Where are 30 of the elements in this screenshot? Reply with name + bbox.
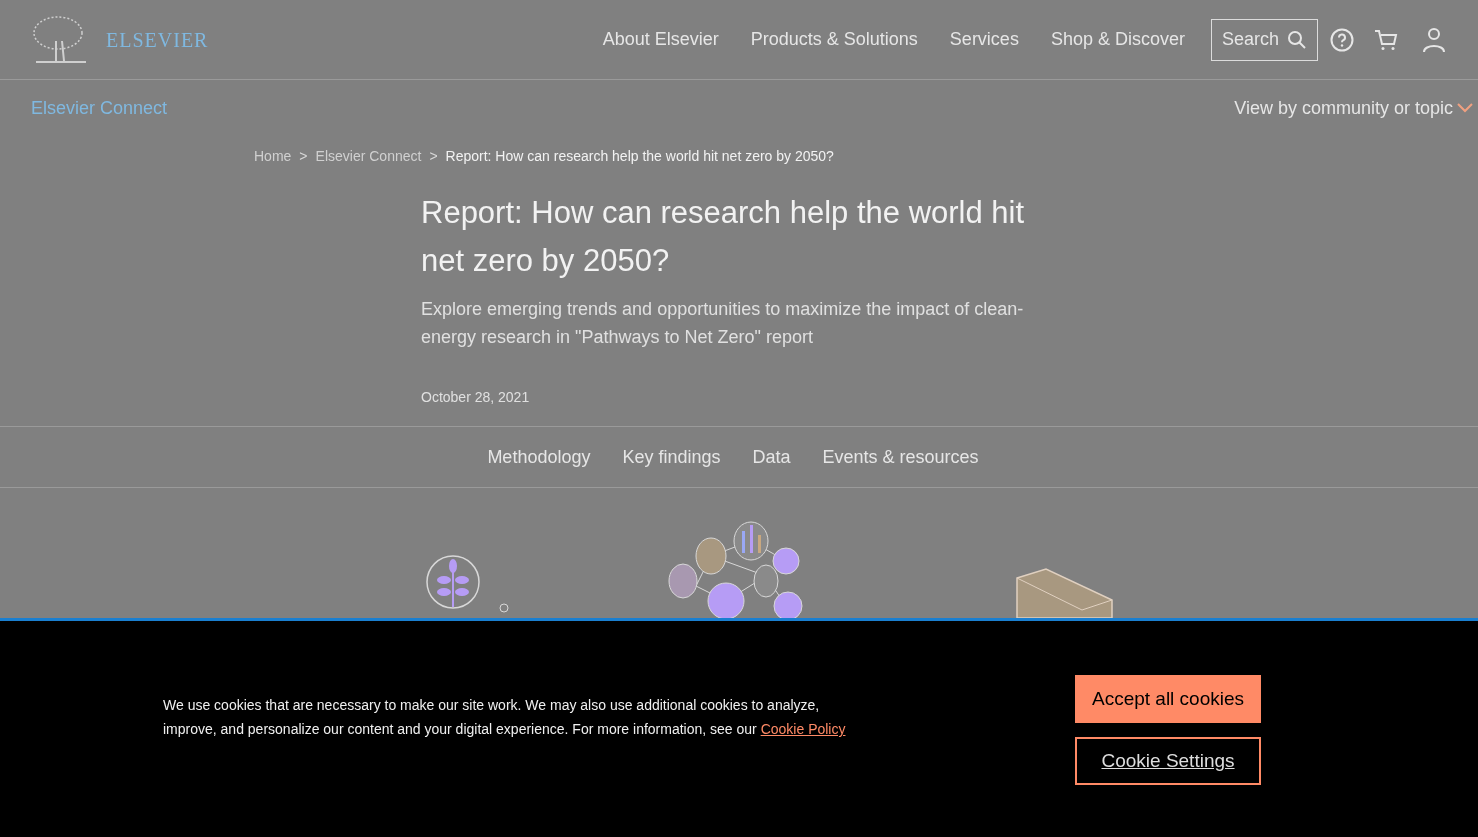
breadcrumb-link[interactable]: Elsevier Connect	[315, 146, 422, 167]
chevron-down-icon	[1457, 103, 1473, 113]
section-tab[interactable]: Methodology	[487, 443, 591, 471]
accept-cookies-button[interactable]: Accept all cookies	[1075, 675, 1261, 723]
cart-icon[interactable]	[1374, 27, 1398, 52]
breadcrumb-current[interactable]: Report: How can research help the world hit net zero by 2050?	[445, 146, 834, 167]
breadcrumb-link[interactable]: Home	[254, 146, 292, 167]
section-title-link[interactable]: Elsevier Connect	[31, 94, 168, 122]
help-icon[interactable]	[1330, 27, 1354, 52]
article-title: Report: How can research help the world hit net zero by 2050?	[421, 194, 1026, 280]
cookie-policy-link[interactable]: Cookie Policy	[760, 721, 846, 737]
article-subtitle: Explore emerging trends and opportunities to maximize the impact of clean-energy research in "Pathways to Net Zero" report	[421, 298, 1025, 349]
search-icon	[1287, 29, 1307, 50]
nav-link[interactable]: Products & Solutions	[734, 26, 934, 53]
section-tab[interactable]: Data	[752, 443, 791, 471]
nav-link[interactable]: About Elsevier	[586, 26, 735, 53]
cookie-settings-button[interactable]: Cookie Settings	[1075, 737, 1261, 785]
section-tab[interactable]: Key findings	[622, 443, 721, 471]
section-tab[interactable]: Events & resources	[822, 443, 979, 471]
tree-logo-icon	[32, 14, 88, 65]
article-date: October 28, 2021	[421, 388, 531, 407]
nav-link[interactable]: Shop & Discover	[1034, 26, 1201, 53]
cookie-notice-text: We use cookies that are necessary to make our site work. We may also use additional cookies to analyze, improve, and personalize our content and your digital experience. For more information, see our Cookie Policy	[163, 696, 847, 739]
nav-link[interactable]: Services	[933, 26, 1035, 53]
search-button[interactable]: Search	[1210, 18, 1318, 61]
user-icon[interactable]	[1422, 26, 1446, 53]
brand-wordmark[interactable]: ELSEVIER	[106, 24, 209, 55]
breadcrumb-separator: >	[298, 147, 309, 166]
topic-menu-button[interactable]: View by community or topic	[1234, 94, 1473, 122]
breadcrumb-separator: >	[428, 147, 439, 166]
